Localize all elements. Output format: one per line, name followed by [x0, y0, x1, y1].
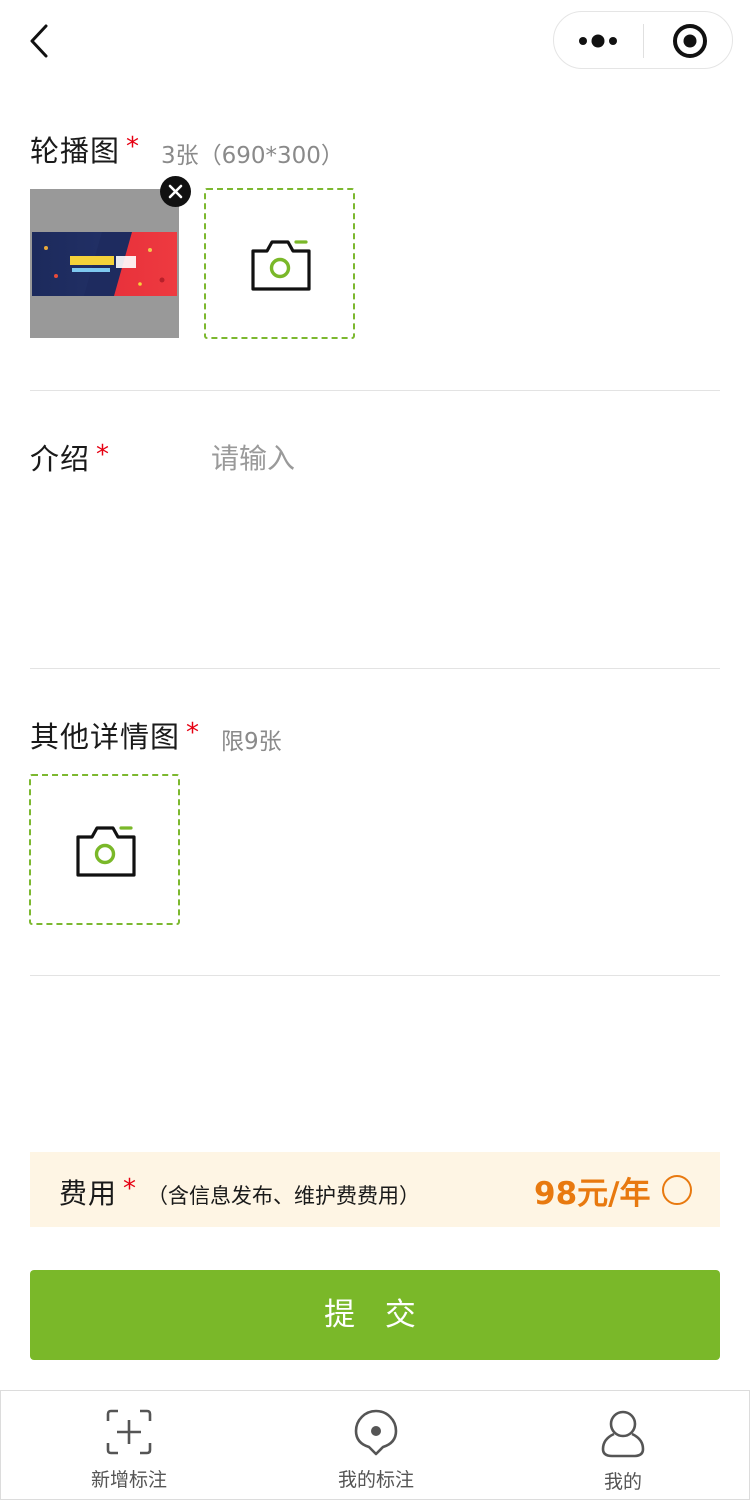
intro-input[interactable] [211, 437, 711, 637]
section-divider [30, 390, 720, 391]
fee-note: （含信息发布、维护费费用） [147, 1184, 420, 1208]
target-close-icon [673, 24, 707, 58]
location-pin-icon [354, 1409, 398, 1456]
exit-button[interactable] [644, 12, 733, 70]
details-label-text: 其他详情图 [30, 720, 181, 754]
back-button[interactable] [26, 22, 58, 60]
tab-label: 我的 [603, 1471, 642, 1493]
camera-icon [76, 826, 136, 877]
required-mark: * [96, 440, 111, 470]
banner-image [32, 232, 177, 296]
carousel-image-thumbnail[interactable] [30, 189, 179, 338]
user-icon [601, 1410, 645, 1458]
details-label: 其他详情图 * [30, 714, 200, 756]
bottom-tab-bar: 新增标注 我的标注 我的 [0, 1390, 750, 1500]
carousel-hint: 3张（690*300） [161, 143, 344, 169]
camera-icon [251, 240, 311, 291]
details-hint: 限9张 [221, 729, 282, 755]
intro-label: 介绍 * [30, 436, 110, 478]
required-mark: * [126, 132, 141, 162]
carousel-label: 轮播图 * [30, 128, 140, 170]
close-icon [168, 184, 183, 199]
tab-label: 我的标注 [337, 1469, 414, 1491]
required-mark: * [123, 1174, 138, 1204]
carousel-upload-button[interactable] [204, 188, 355, 339]
fee-label: 费用 * [59, 1172, 137, 1212]
intro-label-text: 介绍 [30, 442, 91, 476]
fee-option[interactable]: 费用 * （含信息发布、维护费费用） 98元/年 [30, 1152, 720, 1227]
details-upload-button[interactable] [29, 774, 180, 925]
carousel-label-text: 轮播图 [30, 134, 121, 168]
tab-mine[interactable]: 我的 [498, 1391, 748, 1500]
section-divider [30, 668, 720, 669]
more-button[interactable] [554, 12, 643, 70]
fee-radio[interactable] [662, 1175, 692, 1205]
more-dots-icon [579, 34, 617, 48]
section-divider [30, 975, 720, 976]
fee-price: 98元/年 [534, 1176, 651, 1212]
fee-label-text: 费用 [59, 1177, 118, 1210]
mini-program-capsule [553, 11, 733, 69]
delete-image-button[interactable] [160, 176, 191, 207]
required-mark: * [186, 718, 201, 748]
submit-button[interactable]: 提 交 [30, 1270, 720, 1360]
add-scan-icon [106, 1409, 152, 1455]
tab-label: 新增标注 [90, 1469, 167, 1491]
tab-my-markers[interactable]: 我的标注 [251, 1391, 501, 1500]
chevron-left-icon [30, 24, 48, 58]
tab-add-marker[interactable]: 新增标注 [4, 1391, 254, 1500]
